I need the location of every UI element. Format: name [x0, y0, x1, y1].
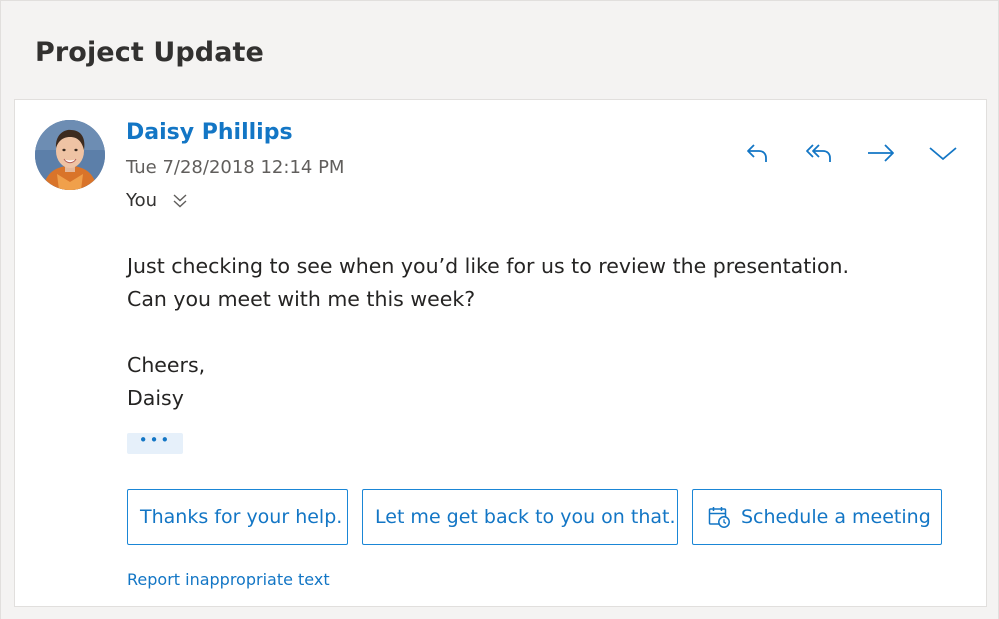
message-actions — [740, 136, 960, 170]
body-closing: Cheers, — [127, 353, 206, 377]
suggested-replies: Thanks for your help. Let me get back to… — [127, 489, 942, 545]
calendar-clock-icon — [707, 505, 731, 529]
reply-all-icon[interactable] — [802, 136, 836, 170]
body-line: Can you meet with me this week? — [127, 287, 476, 311]
recipient-line: You — [126, 190, 189, 211]
reading-pane: Project Update Daisy Phillips Tue 7/28/2… — [0, 0, 999, 619]
suggested-reply-thanks[interactable]: Thanks for your help. — [127, 489, 348, 545]
report-inappropriate-link[interactable]: Report inappropriate text — [127, 570, 330, 589]
suggested-reply-label: Schedule a meeting — [741, 506, 931, 528]
suggested-reply-label: Let me get back to you on that. — [375, 506, 676, 528]
suggested-reply-schedule-meeting[interactable]: Schedule a meeting — [692, 489, 942, 545]
expand-recipients-icon[interactable] — [171, 192, 189, 210]
avatar-photo — [35, 120, 105, 190]
message-date: Tue 7/28/2018 12:14 PM — [126, 157, 345, 178]
more-actions-chevron-icon[interactable] — [926, 136, 960, 170]
sender-name[interactable]: Daisy Phillips — [126, 120, 293, 145]
reply-icon[interactable] — [740, 136, 774, 170]
show-more-button[interactable]: ••• — [127, 433, 183, 454]
message-card: Daisy Phillips Tue 7/28/2018 12:14 PM Yo… — [14, 99, 987, 607]
suggested-reply-label: Thanks for your help. — [140, 506, 343, 528]
message-subject: Project Update — [35, 37, 264, 68]
message-body: Just checking to see when you’d like for… — [127, 250, 849, 415]
suggested-reply-get-back[interactable]: Let me get back to you on that. — [362, 489, 678, 545]
sender-avatar[interactable] — [35, 120, 105, 190]
recipient-name[interactable]: You — [126, 190, 157, 211]
forward-icon[interactable] — [864, 136, 898, 170]
body-line: Just checking to see when you’d like for… — [127, 254, 850, 278]
body-signature: Daisy — [127, 386, 184, 410]
